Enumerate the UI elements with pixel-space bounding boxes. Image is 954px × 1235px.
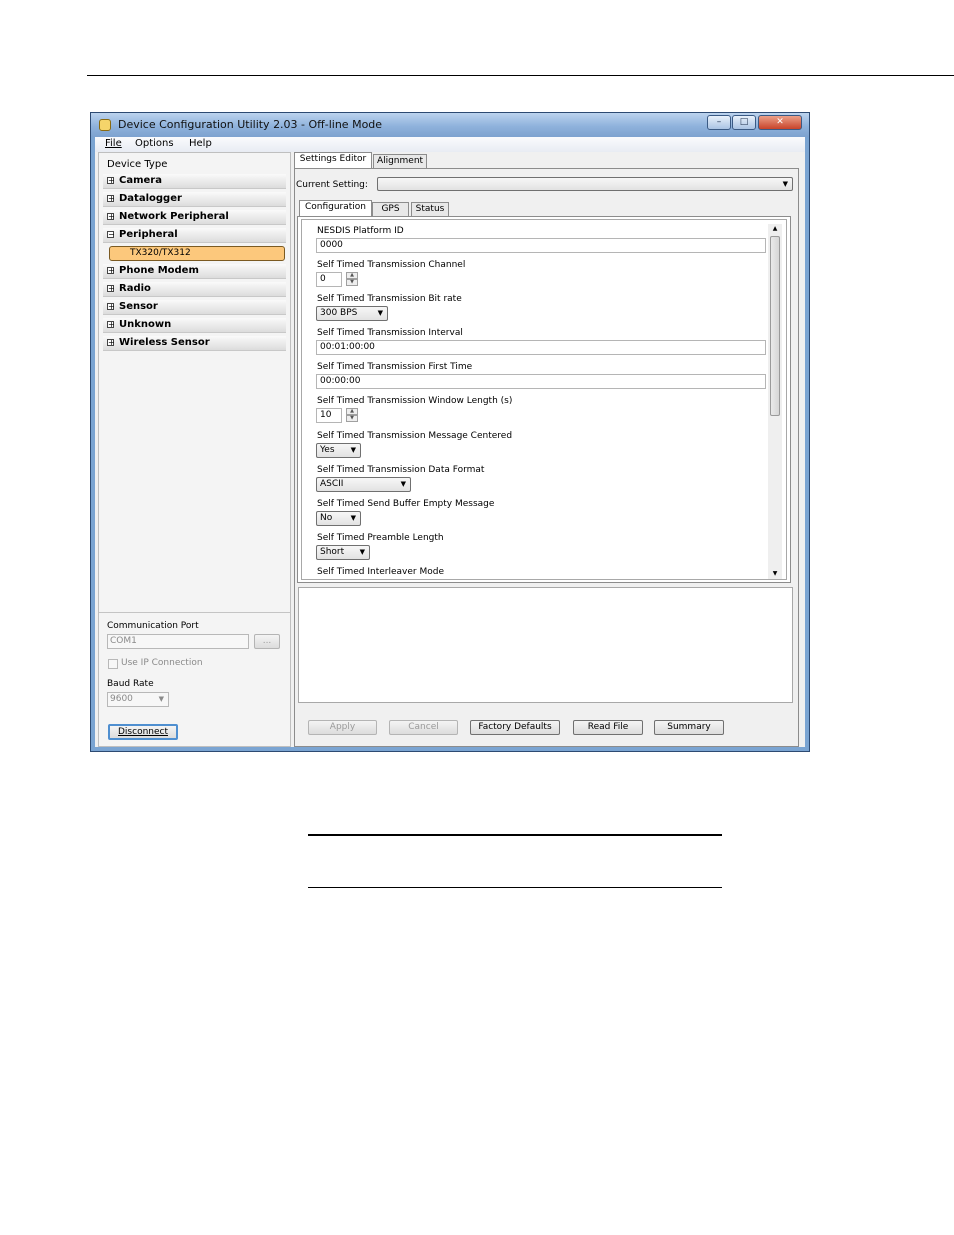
field-label: Self Timed Transmission Bit rate <box>317 294 462 304</box>
expand-icon[interactable]: + <box>107 267 115 275</box>
channel-spinner[interactable]: ▲ ▼ <box>346 272 358 287</box>
expand-icon[interactable]: + <box>107 213 115 221</box>
maximize-button[interactable]: □ <box>732 115 756 130</box>
fields-list: NESDIS Platform ID 0000 Self Timed Trans… <box>301 219 787 580</box>
pane-divider <box>99 612 290 613</box>
comm-port-label: Communication Port <box>107 621 199 631</box>
chevron-down-icon: ▼ <box>158 695 164 703</box>
expand-icon[interactable]: + <box>107 195 115 203</box>
app-icon <box>99 119 111 131</box>
client-area: File Options Help Device Type + Camera +… <box>95 137 805 747</box>
device-type-phone-modem[interactable]: + Phone Modem <box>103 264 286 279</box>
field-label: Self Timed Transmission Window Length (s… <box>317 396 513 406</box>
title-bar[interactable]: Device Configuration Utility 2.03 - Off-… <box>91 113 809 137</box>
device-type-pane: Device Type + Camera + Datalogger + Netw… <box>98 152 291 747</box>
summary-button[interactable]: Summary <box>654 720 724 735</box>
caption-rule-bottom <box>308 887 722 888</box>
device-item-tx320[interactable]: TX320/TX312 <box>109 246 285 261</box>
expand-icon[interactable]: + <box>107 339 115 347</box>
tab-configuration[interactable]: Configuration <box>299 200 372 216</box>
browse-port-button[interactable]: ... <box>254 634 280 649</box>
chevron-down-icon: ▼ <box>350 446 356 454</box>
window-title: Device Configuration Utility 2.03 - Off-… <box>118 118 383 131</box>
collapse-icon[interactable]: − <box>107 231 115 239</box>
tab-status[interactable]: Status <box>411 202 449 217</box>
buffer-empty-select[interactable]: No ▼ <box>316 511 361 526</box>
device-type-camera[interactable]: + Camera <box>103 174 286 189</box>
menu-bar: File Options Help <box>95 137 805 152</box>
bit-rate-select[interactable]: 300 BPS ▼ <box>316 306 388 321</box>
read-file-button[interactable]: Read File <box>573 720 643 735</box>
expand-icon[interactable]: + <box>107 321 115 329</box>
comm-port-field[interactable]: COM1 <box>107 634 249 649</box>
description-box <box>298 587 793 703</box>
field-label: Self Timed Transmission Data Format <box>317 465 485 475</box>
field-label: Self Timed Transmission Channel <box>317 260 466 270</box>
interval-input[interactable]: 00:01:00:00 <box>316 340 766 355</box>
platform-id-input[interactable]: 0000 <box>316 238 766 253</box>
scroll-down-icon[interactable]: ▼ <box>768 569 782 579</box>
baud-rate-label: Baud Rate <box>107 679 154 689</box>
disconnect-button[interactable]: Disconnect <box>108 724 178 740</box>
first-time-input[interactable]: 00:00:00 <box>316 374 766 389</box>
chevron-down-icon: ▼ <box>359 548 365 556</box>
tab-alignment[interactable]: Alignment <box>373 154 427 169</box>
minimize-button[interactable]: – <box>707 115 731 130</box>
scroll-up-icon[interactable]: ▲ <box>768 224 782 234</box>
field-label: Self Timed Preamble Length <box>317 533 444 543</box>
chevron-down-icon: ▼ <box>400 480 406 488</box>
factory-defaults-button[interactable]: Factory Defaults <box>470 720 560 735</box>
chevron-down-icon: ▼ <box>782 180 788 188</box>
apply-button[interactable]: Apply <box>308 720 377 735</box>
device-type-peripheral[interactable]: − Peripheral <box>103 228 286 243</box>
menu-file[interactable]: File <box>105 138 122 149</box>
close-button[interactable]: ✕ <box>758 115 802 130</box>
window-length-input[interactable]: 10 <box>316 408 342 423</box>
channel-input[interactable]: 0 <box>316 272 342 287</box>
header-rule <box>87 75 954 76</box>
scroll-thumb[interactable] <box>770 236 780 416</box>
caption-rule-top <box>308 834 722 836</box>
chevron-down-icon: ▼ <box>350 514 356 522</box>
device-type-sensor[interactable]: + Sensor <box>103 300 286 315</box>
settings-pane: Settings Editor Alignment Current Settin… <box>294 152 803 747</box>
field-label: Self Timed Transmission Interval <box>317 328 463 338</box>
device-type-wireless-sensor[interactable]: + Wireless Sensor <box>103 336 286 351</box>
baud-rate-select[interactable]: 9600 ▼ <box>107 692 169 707</box>
window-length-spinner[interactable]: ▲ ▼ <box>346 408 358 423</box>
expand-icon[interactable]: + <box>107 177 115 185</box>
field-label: Self Timed Send Buffer Empty Message <box>317 499 495 509</box>
tab-settings-editor[interactable]: Settings Editor <box>294 152 372 168</box>
device-type-radio[interactable]: + Radio <box>103 282 286 297</box>
use-ip-checkbox[interactable] <box>108 659 118 669</box>
field-label: Self Timed Interleaver Mode <box>317 567 445 577</box>
cancel-button[interactable]: Cancel <box>389 720 458 735</box>
vertical-scrollbar[interactable]: ▲ ▼ <box>768 224 782 579</box>
device-type-unknown[interactable]: + Unknown <box>103 318 286 333</box>
menu-options[interactable]: Options <box>135 138 174 149</box>
tab-gps[interactable]: GPS <box>372 202 409 217</box>
message-centered-select[interactable]: Yes ▼ <box>316 443 361 458</box>
field-label: Self Timed Transmission First Time <box>317 362 473 372</box>
expand-icon[interactable]: + <box>107 285 115 293</box>
current-setting-label: Current Setting: <box>296 180 368 190</box>
settings-editor-panel: Current Setting: ▼ Configuration GPS Sta… <box>294 168 799 747</box>
device-type-datalogger[interactable]: + Datalogger <box>103 192 286 207</box>
field-label: Self Timed Transmission Message Centered <box>317 431 513 441</box>
expand-icon[interactable]: + <box>107 303 115 311</box>
field-label: NESDIS Platform ID <box>317 226 404 236</box>
preamble-length-select[interactable]: Short ▼ <box>316 545 370 560</box>
configuration-panel: NESDIS Platform ID 0000 Self Timed Trans… <box>297 216 791 583</box>
app-window: Device Configuration Utility 2.03 - Off-… <box>90 112 810 752</box>
data-format-select[interactable]: ASCII ▼ <box>316 477 411 492</box>
menu-help[interactable]: Help <box>189 138 212 149</box>
use-ip-label: Use IP Connection <box>121 658 203 668</box>
chevron-down-icon: ▼ <box>377 309 383 317</box>
device-type-label: Device Type <box>107 159 168 170</box>
device-type-network-peripheral[interactable]: + Network Peripheral <box>103 210 286 225</box>
current-setting-select[interactable]: ▼ <box>377 177 793 191</box>
